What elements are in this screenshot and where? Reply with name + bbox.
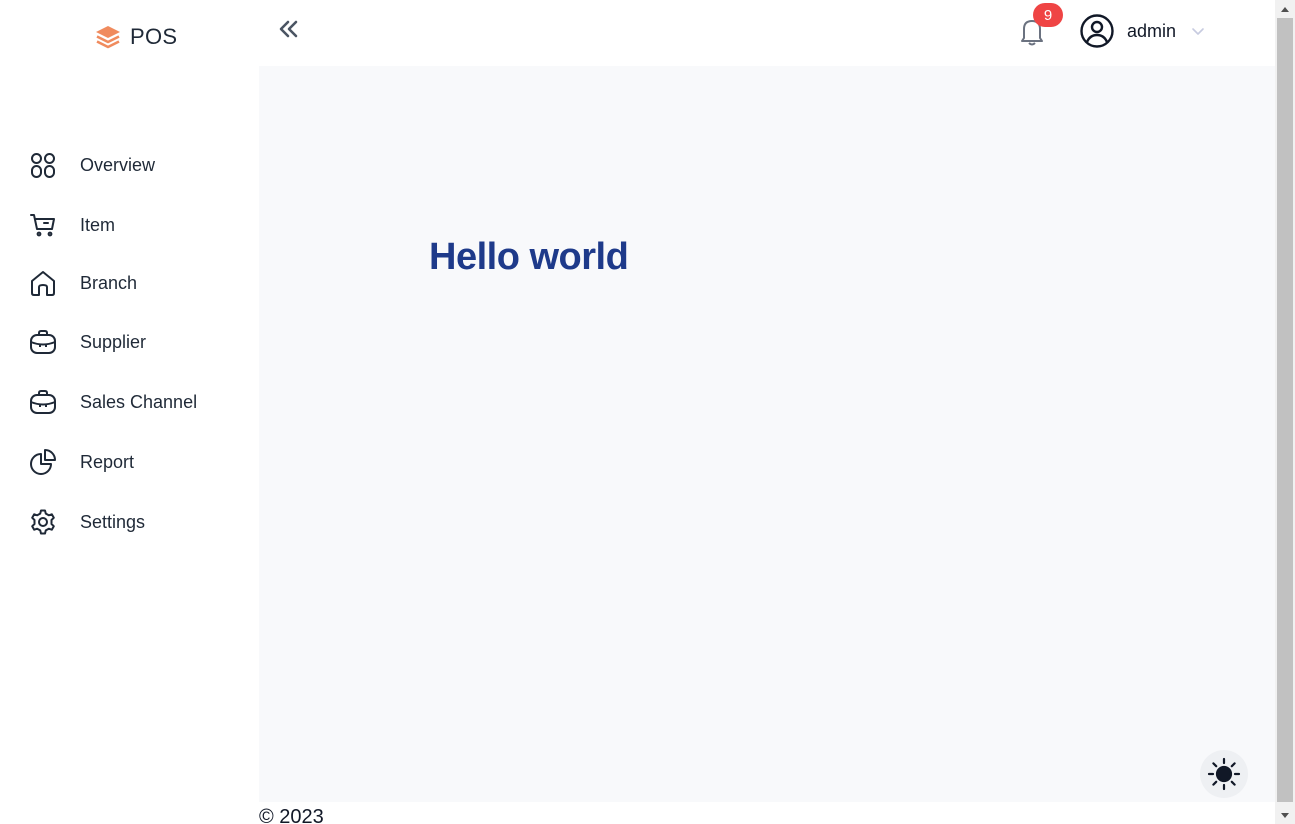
double-chevron-left-icon xyxy=(279,20,298,38)
app-root: POS Overview Item Branch Supplier Sales … xyxy=(0,0,1295,824)
notification-count-badge: 9 xyxy=(1033,3,1063,27)
sidebar-item-label: Item xyxy=(80,214,116,235)
pie-chart-icon xyxy=(28,447,58,477)
sidebar-item-label: Report xyxy=(80,451,135,472)
sidebar-item-sales-channel[interactable]: Sales Channel xyxy=(28,384,248,420)
scroll-up-button[interactable] xyxy=(1275,0,1295,17)
footer-copyright: © 2023 xyxy=(259,806,324,824)
triangle-up-icon xyxy=(1281,6,1289,12)
user-circle-icon xyxy=(1080,14,1114,48)
home-icon xyxy=(28,268,58,298)
briefcase-icon xyxy=(28,327,58,357)
sidebar-item-branch[interactable]: Branch xyxy=(28,265,248,301)
briefcase-icon xyxy=(28,387,58,417)
scrollbar-thumb[interactable] xyxy=(1277,18,1293,802)
cart-icon xyxy=(28,210,58,240)
chevron-down-icon xyxy=(1192,28,1204,35)
user-menu[interactable]: admin xyxy=(1079,12,1206,50)
topbar: 9 admin xyxy=(259,0,1275,66)
triangle-down-icon xyxy=(1281,812,1289,818)
brand-logo[interactable]: POS xyxy=(94,22,177,52)
sidebar-item-item[interactable]: Item xyxy=(28,207,248,243)
grid-icon xyxy=(28,150,58,180)
sidebar-item-label: Branch xyxy=(80,272,138,293)
sidebar-item-label: Overview xyxy=(80,154,156,175)
scroll-down-button[interactable] xyxy=(1275,807,1295,824)
theme-toggle-button[interactable] xyxy=(1200,750,1248,798)
gear-icon xyxy=(28,507,58,537)
sidebar-item-label: Supplier xyxy=(80,331,147,352)
sidebar-item-supplier[interactable]: Supplier xyxy=(28,324,248,360)
sidebar-item-label: Sales Channel xyxy=(80,391,198,412)
sidebar-item-label: Settings xyxy=(80,511,146,532)
sidebar-item-overview[interactable]: Overview xyxy=(28,147,248,183)
main-content: Hello world xyxy=(259,66,1275,802)
collapse-sidebar-button[interactable] xyxy=(275,16,301,42)
user-name: admin xyxy=(1127,20,1177,41)
vertical-scrollbar[interactable] xyxy=(1275,0,1295,824)
sidebar: POS Overview Item Branch Supplier Sales … xyxy=(0,0,259,824)
brand-name: POS xyxy=(130,24,178,49)
sidebar-item-settings[interactable]: Settings xyxy=(28,504,248,540)
sidebar-item-report[interactable]: Report xyxy=(28,444,248,480)
layers-icon xyxy=(96,26,120,49)
sun-icon xyxy=(1207,757,1241,791)
page-heading: Hello world xyxy=(429,236,629,278)
